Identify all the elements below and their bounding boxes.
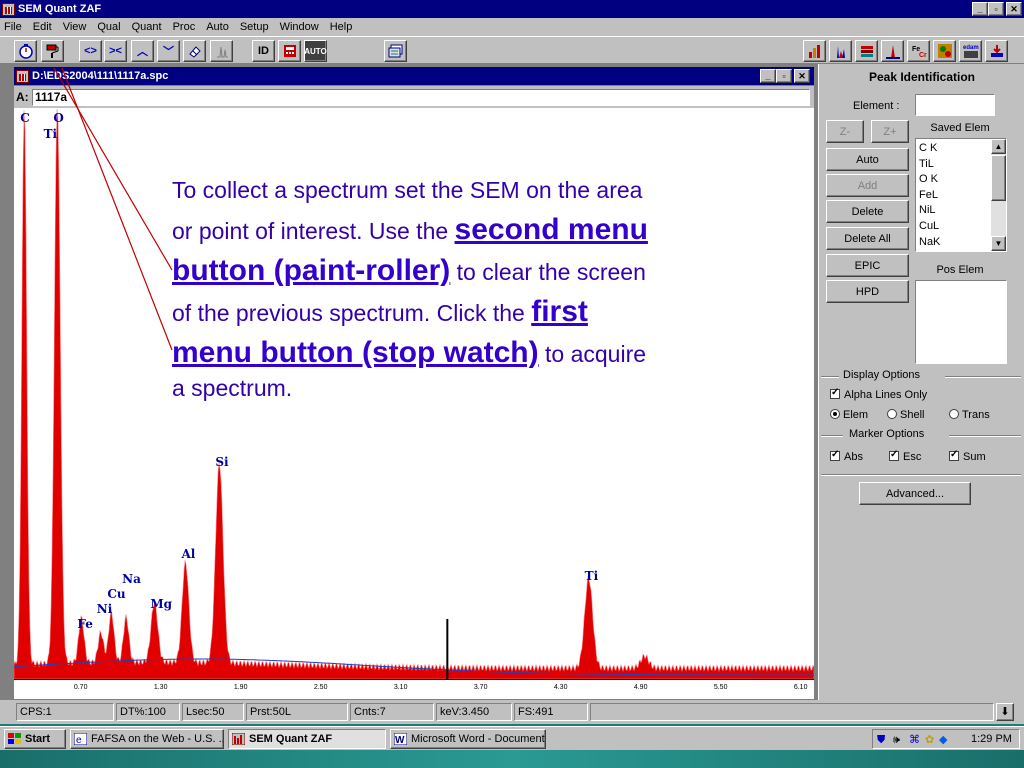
callout-line-stopwatch bbox=[61, 67, 173, 351]
browser-icon: e bbox=[74, 733, 87, 745]
status-bar: CPS:1 DT%:100 Lsec:50 Prst:50L Cnts:7 ke… bbox=[0, 700, 1024, 724]
shield-icon[interactable]: ⛊ bbox=[877, 731, 885, 749]
saved-elem-label: Saved Elem bbox=[930, 122, 990, 134]
speaker-icon[interactable]: 🕪 bbox=[893, 731, 900, 749]
task-word[interactable]: W Microsoft Word - Document2 bbox=[390, 729, 546, 749]
esc-label: Esc bbox=[903, 451, 922, 463]
radio-selected-icon[interactable] bbox=[830, 409, 840, 419]
delete-all-button[interactable]: Delete All bbox=[826, 227, 909, 250]
epic-button[interactable]: EPIC bbox=[826, 254, 909, 277]
windows-logo-icon bbox=[8, 733, 21, 744]
status-download-icon[interactable]: ⬇ bbox=[996, 703, 1014, 721]
radio-unselected-icon[interactable] bbox=[949, 409, 959, 419]
trans-radio[interactable]: Trans bbox=[949, 409, 990, 421]
abs-label: Abs bbox=[844, 451, 863, 463]
z-plus-button[interactable]: Z+ bbox=[871, 120, 909, 143]
element-input[interactable] bbox=[915, 94, 995, 116]
divider bbox=[821, 376, 839, 378]
desktop-background bbox=[0, 750, 1024, 768]
task-word-label: Microsoft Word - Document2 bbox=[411, 733, 546, 745]
divider bbox=[821, 474, 1021, 476]
esc-checkbox[interactable]: Esc bbox=[889, 449, 922, 463]
task-fafsa-label: FAFSA on the Web - U.S. ... bbox=[91, 733, 224, 745]
element-label: Element : bbox=[853, 100, 900, 112]
shell-radio[interactable]: Shell bbox=[887, 409, 924, 421]
scroll-up-icon[interactable]: ▲ bbox=[991, 139, 1006, 154]
word-icon: W bbox=[394, 733, 407, 745]
auto-id-button[interactable]: Auto bbox=[826, 148, 909, 171]
saved-elements-list[interactable]: C K TiL O K FeL NiL CuL NaK ▲ ▼ bbox=[915, 138, 1007, 252]
elem-radio-label: Elem bbox=[843, 409, 869, 421]
preset-status: Prst:50L bbox=[246, 703, 348, 721]
svg-text:e: e bbox=[76, 735, 82, 745]
scroll-thumb[interactable] bbox=[991, 155, 1006, 201]
divider bbox=[945, 376, 1021, 378]
svg-text:W: W bbox=[395, 735, 405, 745]
task-fafsa[interactable]: e FAFSA on the Web - U.S. ... bbox=[70, 729, 224, 749]
cps-status: CPS:1 bbox=[16, 703, 114, 721]
alpha-lines-only-checkbox[interactable]: Alpha Lines Only bbox=[830, 387, 928, 401]
marker-options-label: Marker Options bbox=[849, 428, 925, 440]
alpha-lines-only-label: Alpha Lines Only bbox=[844, 389, 928, 401]
system-tray: ⛊ 🕪 ⌘ ✿ ◆ 1:29 PM bbox=[872, 729, 1020, 749]
sum-label: Sum bbox=[963, 451, 986, 463]
messenger-icon[interactable]: ◆ bbox=[939, 731, 947, 749]
add-button[interactable]: Add bbox=[826, 174, 909, 197]
checkbox-checked-icon[interactable] bbox=[830, 387, 840, 399]
saved-list-scrollbar[interactable]: ▲ ▼ bbox=[991, 139, 1006, 251]
trans-radio-label: Trans bbox=[962, 409, 990, 421]
counts-status: Cnts:7 bbox=[350, 703, 434, 721]
elem-radio[interactable]: Elem bbox=[830, 409, 868, 421]
advanced-button[interactable]: Advanced... bbox=[859, 482, 971, 505]
live-seconds-status: Lsec:50 bbox=[182, 703, 244, 721]
network-icon[interactable]: ⌘ bbox=[909, 731, 920, 749]
dead-time-status: DT%:100 bbox=[116, 703, 180, 721]
possible-elements-list[interactable] bbox=[915, 280, 1007, 364]
abs-checkbox[interactable]: Abs bbox=[830, 449, 863, 463]
callout-line-paint-roller bbox=[53, 67, 173, 271]
delete-button[interactable]: Delete bbox=[826, 200, 909, 223]
hpd-button[interactable]: HPD bbox=[826, 280, 909, 303]
taskbar: Start e FAFSA on the Web - U.S. ... SEM … bbox=[0, 726, 1024, 750]
checkbox-checked-icon[interactable] bbox=[889, 449, 899, 461]
tray-app-icon[interactable]: ✿ bbox=[925, 731, 934, 749]
panel-title: Peak Identification bbox=[868, 70, 976, 84]
peak-identification-panel: Peak Identification Element : Z- Z+ Save… bbox=[818, 64, 1024, 700]
z-minus-button[interactable]: Z- bbox=[826, 120, 864, 143]
display-options-label: Display Options bbox=[843, 369, 921, 381]
divider bbox=[821, 435, 843, 437]
full-scale-status: FS:491 bbox=[514, 703, 588, 721]
shell-radio-label: Shell bbox=[900, 409, 925, 421]
checkbox-checked-icon[interactable] bbox=[830, 449, 840, 461]
checkbox-checked-icon[interactable] bbox=[949, 449, 959, 461]
clock: 1:29 PM bbox=[971, 733, 1012, 745]
task-sem-quant-label: SEM Quant ZAF bbox=[249, 733, 333, 745]
status-blank bbox=[590, 703, 994, 721]
kev-status: keV:3.450 bbox=[436, 703, 512, 721]
sum-checkbox[interactable]: Sum bbox=[949, 449, 986, 463]
start-button[interactable]: Start bbox=[4, 729, 66, 749]
scroll-down-icon[interactable]: ▼ bbox=[991, 236, 1006, 251]
divider bbox=[949, 435, 1021, 437]
sem-app-icon bbox=[232, 733, 245, 745]
radio-unselected-icon[interactable] bbox=[887, 409, 897, 419]
start-label: Start bbox=[25, 733, 51, 745]
task-sem-quant[interactable]: SEM Quant ZAF bbox=[228, 729, 386, 749]
pos-elem-label: Pos Elem bbox=[936, 264, 984, 276]
